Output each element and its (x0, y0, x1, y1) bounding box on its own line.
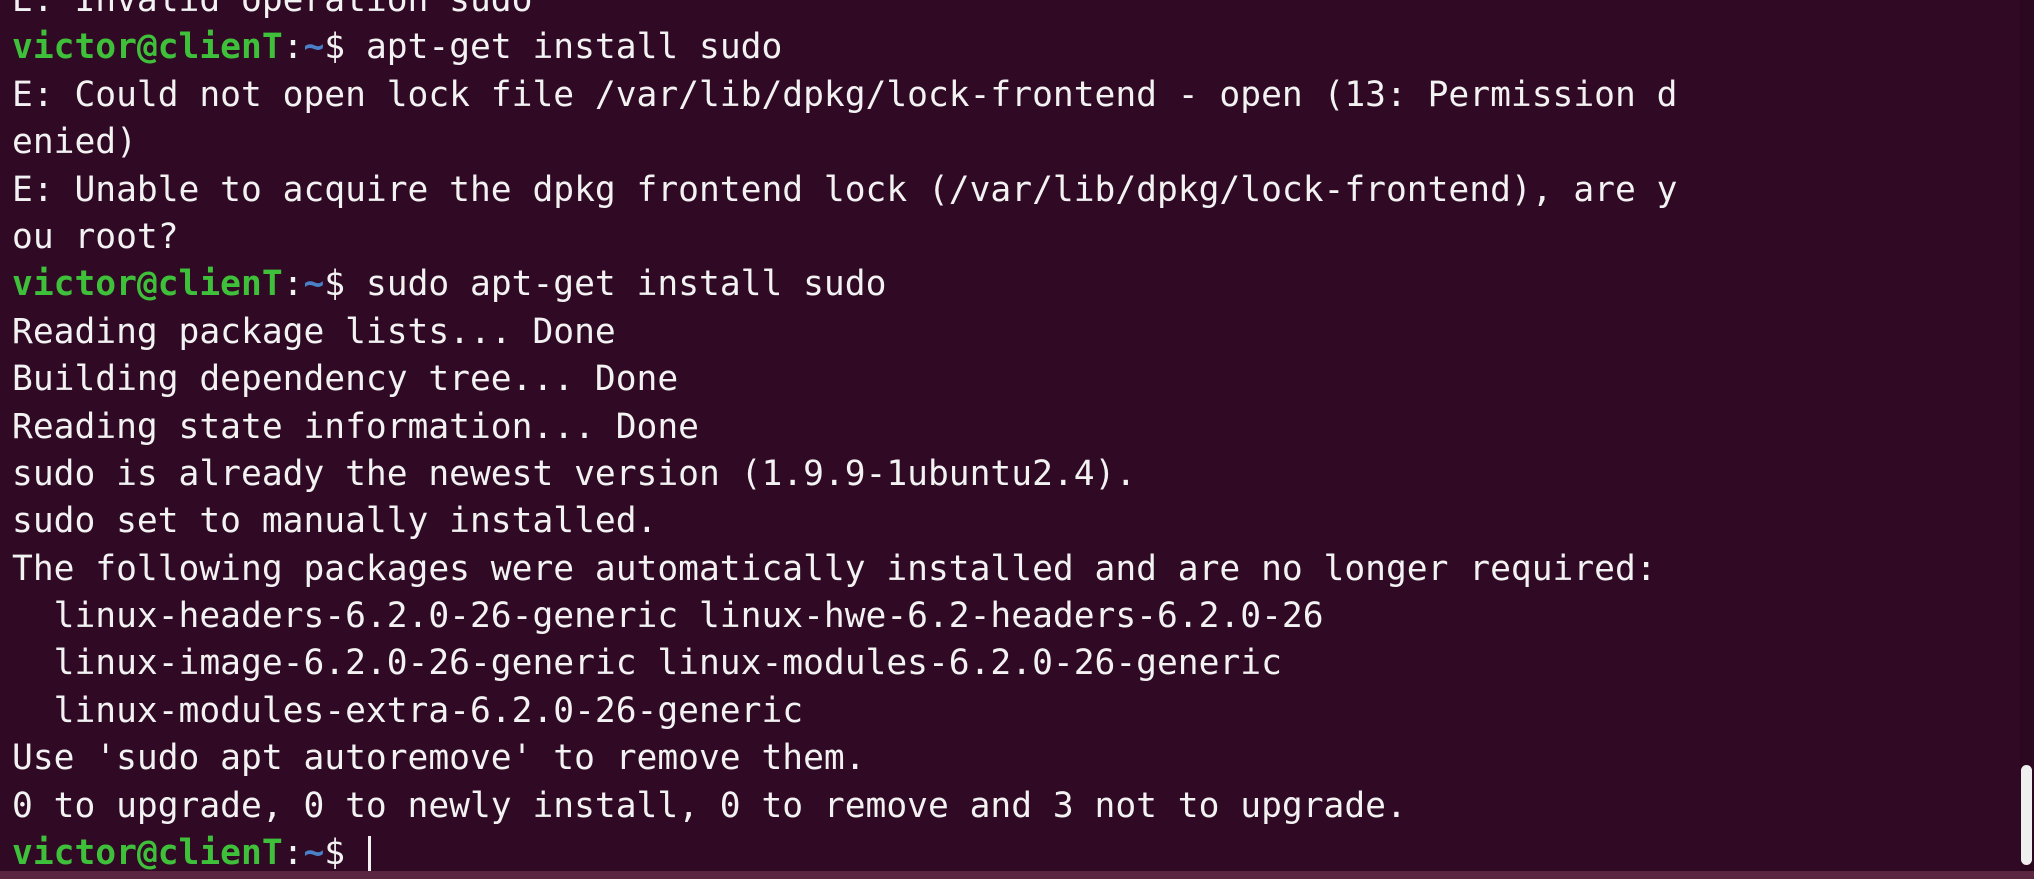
prompt-user-host: victor@clienT (12, 833, 283, 871)
prompt-path: ~ (303, 833, 325, 871)
scrollbar-thumb[interactable] (2021, 765, 2032, 865)
prompt-separator: : (282, 264, 304, 305)
prompt-path: ~ (303, 264, 325, 305)
prompt-line: victor@clienT:~$ sudo apt-get install su… (12, 261, 2000, 308)
terminal-line: The following packages were automaticall… (12, 548, 1657, 589)
prompt-user-host: victor@clienT (12, 27, 283, 68)
terminal-line: enied) (12, 122, 137, 163)
prompt-symbol: $ (324, 833, 366, 871)
terminal-output: E: Invalid operation sudo victor@clienT:… (12, 0, 2000, 871)
scrollbar-track[interactable] (2020, 0, 2034, 871)
terminal-window[interactable]: E: Invalid operation sudo victor@clienT:… (0, 0, 2020, 871)
prompt-symbol: $ (324, 27, 366, 68)
terminal-line: ou root? (12, 216, 179, 257)
terminal-line: 0 to upgrade, 0 to newly install, 0 to r… (12, 785, 1407, 826)
terminal-line: linux-modules-extra-6.2.0-26-generic (12, 690, 804, 731)
terminal-line: E: Invalid operation sudo (12, 0, 533, 20)
terminal-line: E: Unable to acquire the dpkg frontend l… (12, 169, 1678, 210)
text-cursor (367, 835, 371, 871)
prompt-user-host: victor@clienT (12, 264, 283, 305)
terminal-line: Reading package lists... Done (12, 311, 616, 352)
command-text: sudo apt-get install sudo (365, 264, 887, 305)
terminal-line: sudo is already the newest version (1.9.… (12, 453, 1137, 494)
terminal-line: Reading state information... Done (12, 406, 699, 447)
prompt-separator: : (282, 27, 304, 68)
terminal-line: sudo set to manually installed. (12, 501, 658, 542)
terminal-line: linux-image-6.2.0-26-generic linux-modul… (12, 643, 1282, 684)
terminal-line: E: Could not open lock file /var/lib/dpk… (12, 74, 1678, 115)
prompt-separator: : (282, 833, 304, 871)
terminal-line: linux-headers-6.2.0-26-generic linux-hwe… (12, 596, 1324, 637)
active-prompt-line[interactable]: victor@clienT:~$ (12, 830, 2000, 871)
prompt-path: ~ (303, 27, 325, 68)
terminal-line: Use 'sudo apt autoremove' to remove them… (12, 738, 866, 779)
command-text: apt-get install sudo (365, 27, 783, 68)
prompt-symbol: $ (324, 264, 366, 305)
window-bottom-edge (0, 871, 2034, 879)
terminal-line: Building dependency tree... Done (12, 359, 679, 400)
prompt-line: victor@clienT:~$ apt-get install sudo (12, 24, 2000, 71)
